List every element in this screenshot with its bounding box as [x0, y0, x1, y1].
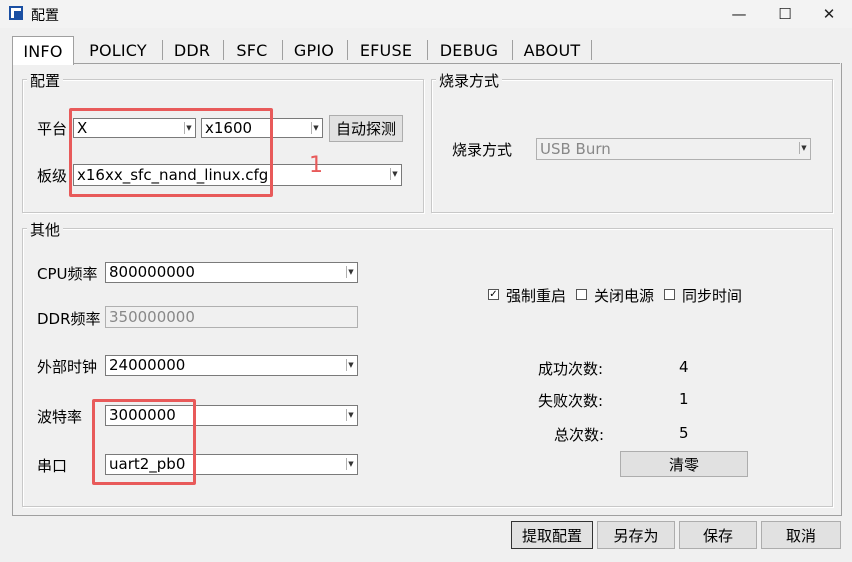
- power-off-label: 关闭电源: [594, 287, 655, 305]
- tab-strip-line: [72, 63, 840, 64]
- tab-policy[interactable]: POLICY: [78, 38, 158, 62]
- save-as-button[interactable]: 另存为: [597, 521, 675, 549]
- tab-separator: [347, 40, 348, 60]
- sync-time-label: 同步时间: [682, 287, 743, 305]
- burn-mode-select[interactable]: USB Burn ▼: [536, 138, 811, 160]
- minimize-button[interactable]: —: [716, 0, 762, 28]
- other-group-title: 其他: [27, 219, 64, 240]
- board-value: x16xx_sfc_nand_linux.cfg: [77, 166, 269, 184]
- dropdown-arrow-icon: ▼: [346, 409, 355, 421]
- tab-efuse[interactable]: EFUSE: [349, 38, 423, 62]
- dropdown-arrow-icon: ▼: [311, 122, 320, 134]
- force-reboot-checkbox[interactable]: ✓: [488, 289, 499, 300]
- total-count-label: 总次数:: [554, 426, 605, 444]
- chip-select[interactable]: x1600 ▼: [201, 118, 323, 138]
- tab-ddr[interactable]: DDR: [164, 38, 220, 62]
- tab-sfc[interactable]: SFC: [225, 38, 279, 62]
- external-clock-select[interactable]: 24000000 ▼: [105, 355, 358, 376]
- platform-select[interactable]: X ▼: [73, 118, 196, 138]
- tab-debug[interactable]: DEBUG: [429, 38, 509, 62]
- success-count-value: 4: [679, 358, 689, 376]
- serial-port-label: 串口: [37, 457, 68, 475]
- tab-separator: [282, 40, 283, 60]
- close-button[interactable]: ✕: [806, 0, 852, 28]
- cancel-button[interactable]: 取消: [761, 521, 841, 549]
- config-group-title: 配置: [27, 70, 64, 91]
- tab-info[interactable]: INFO: [12, 36, 74, 65]
- platform-value: X: [77, 119, 88, 137]
- tab-about[interactable]: ABOUT: [514, 38, 590, 62]
- tab-separator: [162, 40, 163, 60]
- baud-rate-label: 波特率: [37, 408, 83, 426]
- ddr-freq-field[interactable]: 350000000: [105, 306, 358, 328]
- total-count-value: 5: [679, 424, 689, 442]
- dropdown-arrow-icon: ▼: [346, 359, 355, 371]
- external-clock-value: 24000000: [109, 356, 186, 374]
- check-mark-icon: ✓: [489, 289, 498, 300]
- baud-rate-select[interactable]: 3000000 ▼: [105, 405, 358, 426]
- board-label: 板级: [37, 167, 68, 185]
- sync-time-checkbox[interactable]: [664, 289, 675, 300]
- serial-port-select[interactable]: uart2_pb0 ▼: [105, 454, 358, 475]
- annotation-number: 1: [309, 153, 323, 178]
- burn-mode-group-title: 烧录方式: [436, 70, 503, 91]
- ddr-freq-value: 350000000: [109, 308, 195, 326]
- cpu-freq-label: CPU频率: [37, 265, 98, 283]
- cpu-freq-select[interactable]: 800000000 ▼: [105, 262, 358, 283]
- dropdown-arrow-icon: ▼: [346, 266, 355, 278]
- burn-mode-value: USB Burn: [540, 140, 611, 158]
- tab-separator: [512, 40, 513, 60]
- window-title: 配置: [31, 8, 59, 24]
- tab-separator: [591, 40, 592, 60]
- dropdown-arrow-icon: ▼: [184, 122, 193, 134]
- maximize-button[interactable]: ☐: [762, 0, 808, 28]
- app-icon: [9, 6, 23, 20]
- tab-separator: [427, 40, 428, 60]
- config-group: [22, 79, 424, 213]
- auto-detect-button[interactable]: 自动探测: [329, 115, 403, 142]
- ddr-freq-label: DDR频率: [37, 310, 101, 328]
- dropdown-arrow-icon: ▼: [346, 458, 355, 470]
- fail-count-value: 1: [679, 390, 689, 408]
- chip-value: x1600: [205, 119, 253, 137]
- cpu-freq-value: 800000000: [109, 263, 195, 281]
- clear-button[interactable]: 清零: [620, 451, 748, 477]
- serial-port-value: uart2_pb0: [109, 455, 186, 473]
- tab-separator: [223, 40, 224, 60]
- baud-rate-value: 3000000: [109, 406, 176, 424]
- fail-count-label: 失败次数:: [538, 392, 604, 410]
- platform-label: 平台: [37, 120, 68, 138]
- save-button[interactable]: 保存: [679, 521, 757, 549]
- success-count-label: 成功次数:: [538, 360, 604, 378]
- external-clock-label: 外部时钟: [37, 358, 98, 376]
- power-off-checkbox[interactable]: [576, 289, 587, 300]
- dropdown-arrow-icon: ▼: [390, 168, 399, 180]
- tab-gpio[interactable]: GPIO: [284, 38, 344, 62]
- burn-mode-label: 烧录方式: [452, 141, 513, 159]
- board-select[interactable]: x16xx_sfc_nand_linux.cfg ▼: [73, 164, 402, 186]
- force-reboot-label: 强制重启: [506, 287, 567, 305]
- dropdown-arrow-icon: ▼: [799, 142, 808, 154]
- extract-config-button[interactable]: 提取配置: [511, 521, 593, 549]
